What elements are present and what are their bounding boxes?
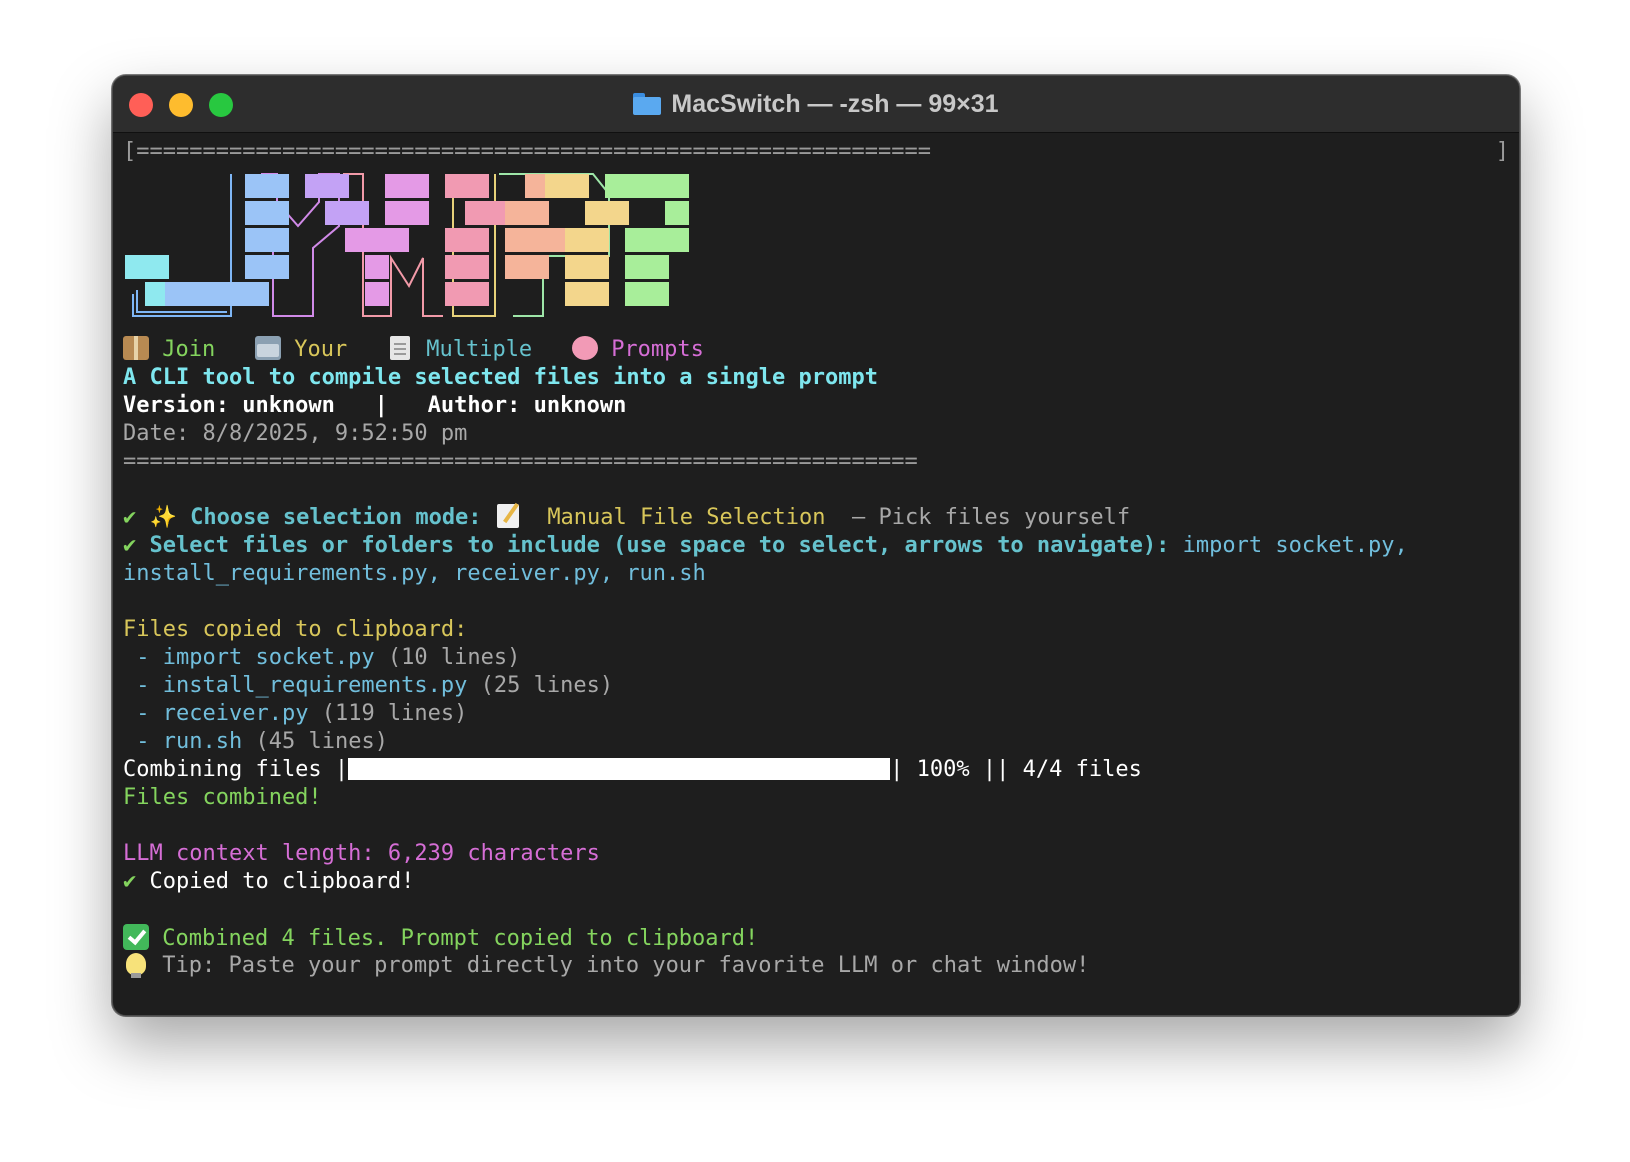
list-item: - receiver.py (119 lines) bbox=[136, 701, 468, 726]
files-answer-continued: install_requirements.py, receiver.py, ru… bbox=[123, 561, 706, 586]
title-bar: MacSwitch — -zsh — 99×31 bbox=[113, 76, 1519, 133]
tagline: Join Your Multiple Prompts bbox=[123, 336, 1509, 364]
folder-open-icon bbox=[254, 336, 281, 360]
logo-block bbox=[465, 282, 489, 306]
tip-line: Tip: Paste your prompt directly into you… bbox=[123, 952, 1509, 980]
bottom-rule: ========================================… bbox=[123, 449, 918, 474]
logo-block bbox=[325, 174, 349, 198]
logo-block bbox=[465, 174, 489, 198]
terminal-output[interactable]: [=======================================… bbox=[123, 138, 1509, 1015]
check-mark-icon bbox=[123, 924, 149, 950]
description: A CLI tool to compile selected files int… bbox=[123, 365, 878, 390]
logo-block bbox=[645, 282, 669, 306]
logo-block bbox=[365, 282, 389, 306]
sparkles-icon: ✨ bbox=[149, 505, 177, 530]
logo-block bbox=[525, 201, 549, 225]
logo-block bbox=[245, 282, 269, 306]
mode-prompt: ✔ ✨ Choose selection mode: Manual File S… bbox=[123, 504, 1131, 530]
logo-block bbox=[605, 201, 629, 225]
logo-block bbox=[265, 201, 289, 225]
logo-block bbox=[145, 255, 169, 279]
document-icon bbox=[389, 336, 410, 360]
logo-block bbox=[405, 201, 429, 225]
logo-block bbox=[265, 228, 289, 252]
logo-block bbox=[465, 255, 489, 279]
logo-block bbox=[585, 282, 609, 306]
logo-block bbox=[585, 228, 609, 252]
logo-block bbox=[345, 201, 369, 225]
window-title-text: MacSwitch — -zsh — 99×31 bbox=[671, 89, 999, 118]
logo-block bbox=[405, 174, 429, 198]
logo-block bbox=[665, 228, 689, 252]
terminal-window: MacSwitch — -zsh — 99×31 [==============… bbox=[112, 75, 1520, 1016]
logo-block bbox=[365, 255, 389, 279]
jymp-ascii-logo bbox=[123, 166, 1509, 332]
copied-status: ✔ Copied to clipboard! bbox=[123, 869, 415, 894]
memo-icon bbox=[496, 504, 519, 528]
combined-status: Files combined! bbox=[123, 785, 322, 810]
logo-block bbox=[665, 201, 689, 225]
logo-block bbox=[385, 228, 409, 252]
list-item: - run.sh (45 lines) bbox=[136, 729, 388, 754]
list-item: - install_requirements.py (25 lines) bbox=[136, 673, 614, 698]
logo-block bbox=[645, 255, 669, 279]
logo-block bbox=[265, 255, 289, 279]
copied-heading: Files copied to clipboard: bbox=[123, 617, 468, 642]
brain-icon bbox=[571, 336, 598, 360]
top-rule: [=======================================… bbox=[123, 139, 1509, 164]
logo-block bbox=[565, 174, 589, 198]
progress-line: Combining files | | 100% || 4/4 files bbox=[123, 757, 1142, 782]
window-title: MacSwitch — -zsh — 99×31 bbox=[113, 76, 1519, 132]
folder-icon bbox=[633, 93, 662, 115]
logo-block bbox=[525, 255, 549, 279]
progress-bar bbox=[348, 758, 891, 780]
logo-block bbox=[265, 174, 289, 198]
lightbulb-icon bbox=[126, 953, 146, 978]
logo-block bbox=[665, 174, 689, 198]
combined-summary: Combined 4 files. Prompt copied to clipb… bbox=[123, 924, 1509, 952]
logo-block bbox=[465, 228, 489, 252]
version-line: Version: unknown | Author: unknown bbox=[123, 393, 627, 418]
context-length: LLM context length: 6,239 characters bbox=[123, 841, 600, 866]
package-icon bbox=[123, 336, 149, 360]
date-line: Date: 8/8/2025, 9:52:50 pm bbox=[123, 421, 468, 446]
logo-block bbox=[585, 255, 609, 279]
list-item: - import socket.py (10 lines) bbox=[136, 645, 521, 670]
files-prompt: ✔ Select files or folders to include (us… bbox=[123, 533, 1408, 558]
